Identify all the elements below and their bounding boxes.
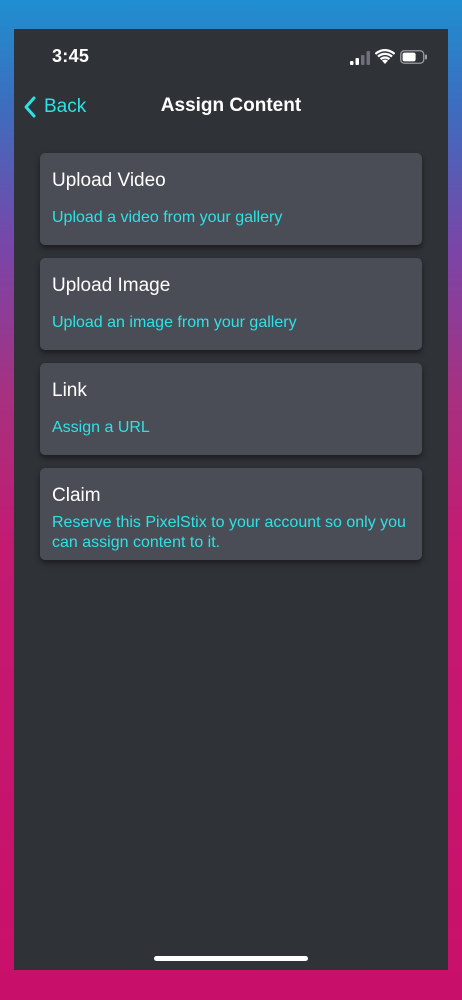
link-card[interactable]: Link Assign a URL bbox=[40, 363, 422, 455]
card-title: Upload Video bbox=[52, 170, 166, 191]
card-title: Claim bbox=[52, 485, 101, 506]
upload-video-card[interactable]: Upload Video Upload a video from your ga… bbox=[40, 153, 422, 245]
card-subtitle: Reserve this PixelStix to your account s… bbox=[52, 514, 406, 551]
card-title: Link bbox=[52, 380, 87, 401]
page-title: Assign Content bbox=[160, 95, 302, 116]
status-time: 3:45 bbox=[52, 46, 90, 66]
status-bar: 3:45 bbox=[14, 29, 448, 85]
app-screen: 3:45 Back Assign Content Upload Video Up… bbox=[14, 29, 448, 970]
card-title: Upload Image bbox=[52, 275, 171, 296]
card-subtitle: Assign a URL bbox=[52, 419, 150, 436]
cellular-signal-icon bbox=[350, 51, 370, 65]
home-indicator[interactable] bbox=[154, 956, 308, 961]
card-subtitle: Upload an image from your gallery bbox=[52, 314, 297, 331]
navigation-bar: Back Assign Content bbox=[14, 89, 448, 125]
wifi-icon bbox=[375, 49, 395, 64]
card-subtitle: Upload a video from your gallery bbox=[52, 209, 283, 226]
battery-icon bbox=[400, 50, 427, 64]
upload-image-card[interactable]: Upload Image Upload an image from your g… bbox=[40, 258, 422, 350]
claim-card[interactable]: Claim Reserve this PixelStix to your acc… bbox=[40, 468, 422, 560]
